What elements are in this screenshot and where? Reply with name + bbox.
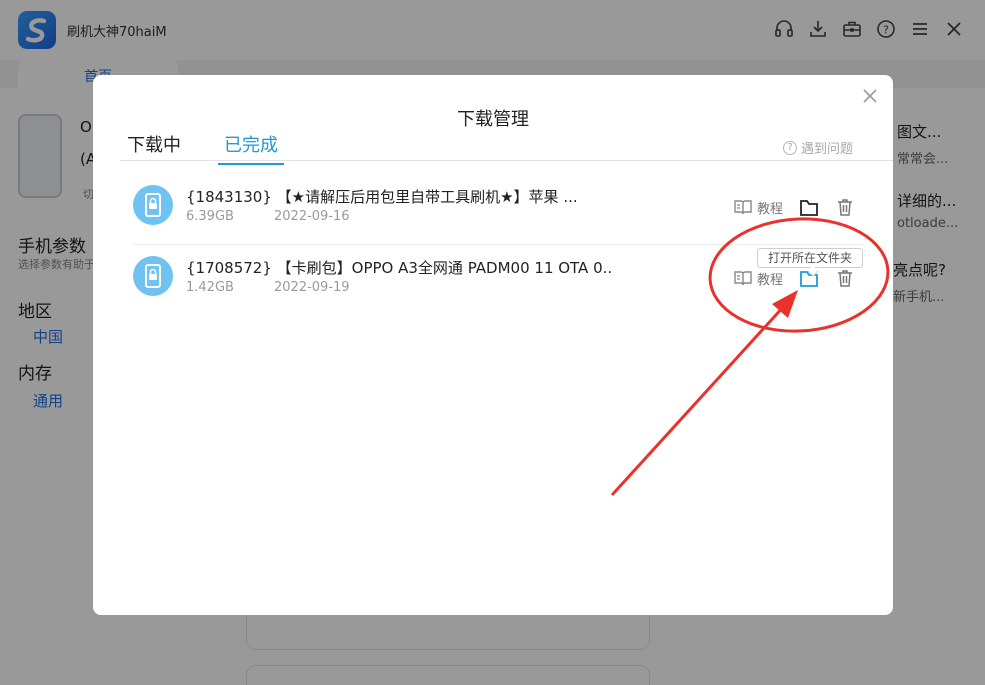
tutorial-label: 教程: [757, 201, 784, 217]
trash-icon: [838, 199, 852, 216]
package-file-icon: [133, 256, 173, 296]
open-folder-tooltip: 打开所在文件夹: [757, 248, 863, 268]
tutorial-label: 教程: [757, 272, 784, 288]
package-file-icon: [133, 185, 173, 225]
close-icon[interactable]: [859, 85, 881, 107]
tutorial-button[interactable]: 教程: [733, 268, 783, 288]
tutorial-button[interactable]: 教程: [733, 197, 783, 217]
item-name: {1708572} 【卡刷包】OPPO A3全网通 PADM00 11 OTA …: [186, 259, 613, 277]
question-icon: ?: [782, 140, 797, 155]
folder-icon: [800, 200, 818, 216]
tab-downloading[interactable]: 下载中: [127, 131, 181, 163]
download-manager-dialog: 下载管理 下载中 已完成 ? 遇到问题 {1843130} 【★请解压后用包里自…: [93, 75, 893, 615]
item-date: 2022-09-16: [274, 209, 350, 224]
trash-icon: [838, 270, 852, 287]
book-icon: [734, 271, 752, 286]
item-size: 6.39GB: [186, 209, 234, 224]
help-link-label: 遇到问题: [800, 142, 853, 157]
help-link[interactable]: ? 遇到问题: [782, 138, 853, 157]
open-folder-button[interactable]: [798, 197, 820, 219]
download-item: {1843130} 【★请解压后用包里自带工具刷机★】苹果 ... 6.39GB…: [133, 175, 863, 245]
delete-button[interactable]: [835, 268, 855, 288]
dialog-title: 下载管理: [457, 109, 529, 130]
delete-button[interactable]: [835, 197, 855, 217]
tabs-divider: [120, 160, 893, 161]
download-item: {1708572} 【卡刷包】OPPO A3全网通 PADM00 11 OTA …: [133, 246, 863, 316]
item-name: {1843130} 【★请解压后用包里自带工具刷机★】苹果 ...: [186, 188, 578, 206]
item-date: 2022-09-19: [274, 280, 350, 295]
book-icon: [734, 200, 752, 215]
item-size: 1.42GB: [186, 280, 234, 295]
